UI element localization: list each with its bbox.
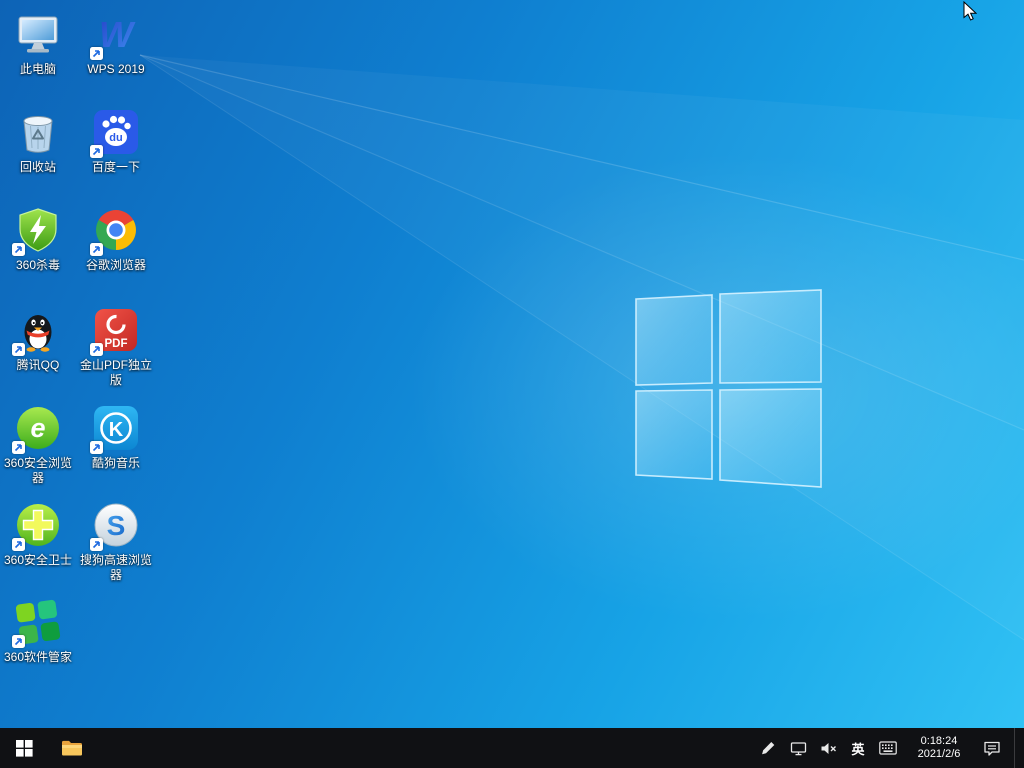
shortcut-arrow-icon [12,538,25,551]
chrome-icon [92,206,140,254]
desktop-icon-this-pc[interactable]: 此电脑 [0,10,76,77]
svg-text:K: K [109,419,124,441]
shortcut-arrow-icon [12,441,25,454]
volume-muted-icon[interactable] [818,728,838,768]
sogou-browser-icon: S [92,501,140,549]
file-explorer-button[interactable] [48,728,96,768]
windows-logo-icon [16,740,33,757]
network-icon[interactable] [788,728,808,768]
desktop-icon-kingsoft-pdf[interactable]: PDF 金山PDF独立版 [78,306,154,388]
desktop-icon-360-browser[interactable]: e 360安全浏览器 [0,404,76,486]
desktop-icon-qq[interactable]: 腾讯QQ [0,306,76,373]
desktop-icon-label: 百度一下 [92,160,140,175]
desktop-icon-label: 搜狗高速浏览器 [78,553,154,583]
desktop-icon-360-antivirus[interactable]: 360杀毒 [0,206,76,273]
system-tray: 英 0:18:24 2021/2/6 [758,728,1024,768]
shortcut-arrow-icon [12,243,25,256]
desktop-icon-360-safeguard[interactable]: 360安全卫士 [0,501,76,568]
desktop-icon-label: WPS 2019 [87,62,144,77]
pen-icon[interactable] [758,728,778,768]
desktop-icon-label: 谷歌浏览器 [86,258,146,273]
shortcut-arrow-icon [90,343,103,356]
360-browser-icon: e [14,404,62,452]
desktop-icon-label: 360安全卫士 [4,553,72,568]
clock-date: 2021/2/6 [911,748,967,761]
desktop-icon-kugou[interactable]: K 酷狗音乐 [78,404,154,471]
svg-text:e: e [30,413,45,443]
qq-penguin-icon [14,306,62,354]
start-button[interactable] [0,728,48,768]
desktop-icon-label: 回收站 [20,160,56,175]
shortcut-arrow-icon [90,538,103,551]
svg-text:W: W [99,14,136,55]
show-desktop-button[interactable] [1014,728,1020,768]
action-center-icon[interactable] [980,728,1004,768]
svg-text:PDF: PDF [105,338,128,350]
desktop-icon-recycle-bin[interactable]: 回收站 [0,108,76,175]
shortcut-arrow-icon [12,635,25,648]
this-pc-icon [14,10,62,58]
recycle-bin-icon [14,108,62,156]
ime-indicator[interactable]: 英 [848,739,868,758]
svg-text:S: S [107,510,126,541]
baidu-icon: du [92,108,140,156]
svg-text:du: du [109,132,122,144]
desktop-icon-label: 酷狗音乐 [92,456,140,471]
desktop-icon-label: 360安全浏览器 [0,456,76,486]
desktop-icon-label: 此电脑 [20,62,56,77]
desktop-icon-label: 腾讯QQ [17,358,60,373]
shortcut-arrow-icon [90,145,103,158]
kugou-music-icon: K [92,404,140,452]
desktop-icon-wps-2019[interactable]: W WPS 2019 [78,10,154,77]
taskbar-clock[interactable]: 0:18:24 2021/2/6 [908,735,970,761]
kingsoft-pdf-icon: PDF [92,306,140,354]
shortcut-arrow-icon [90,47,103,60]
shortcut-arrow-icon [90,243,103,256]
desktop-icon-baidu[interactable]: du 百度一下 [78,108,154,175]
360-antivirus-shield-icon [14,206,62,254]
taskbar: 英 0:18:24 2021/2/6 [0,728,1024,768]
desktop-icon-label: 金山PDF独立版 [78,358,154,388]
desktop-icon-chrome[interactable]: 谷歌浏览器 [78,206,154,273]
file-explorer-icon [61,739,83,757]
desktop-icon-sogou-browser[interactable]: S 搜狗高速浏览器 [78,501,154,583]
360-safeguard-icon [14,501,62,549]
touch-keyboard-icon[interactable] [878,728,898,768]
desktop-icon-label: 360杀毒 [16,258,60,273]
clock-time: 0:18:24 [911,735,967,748]
360-software-manager-icon [14,598,62,646]
desktop-icon-360-software-manager[interactable]: 360软件管家 [0,598,76,665]
desktop-icon-label: 360软件管家 [4,650,72,665]
shortcut-arrow-icon [90,441,103,454]
wps-icon: W [92,10,140,58]
shortcut-arrow-icon [12,343,25,356]
